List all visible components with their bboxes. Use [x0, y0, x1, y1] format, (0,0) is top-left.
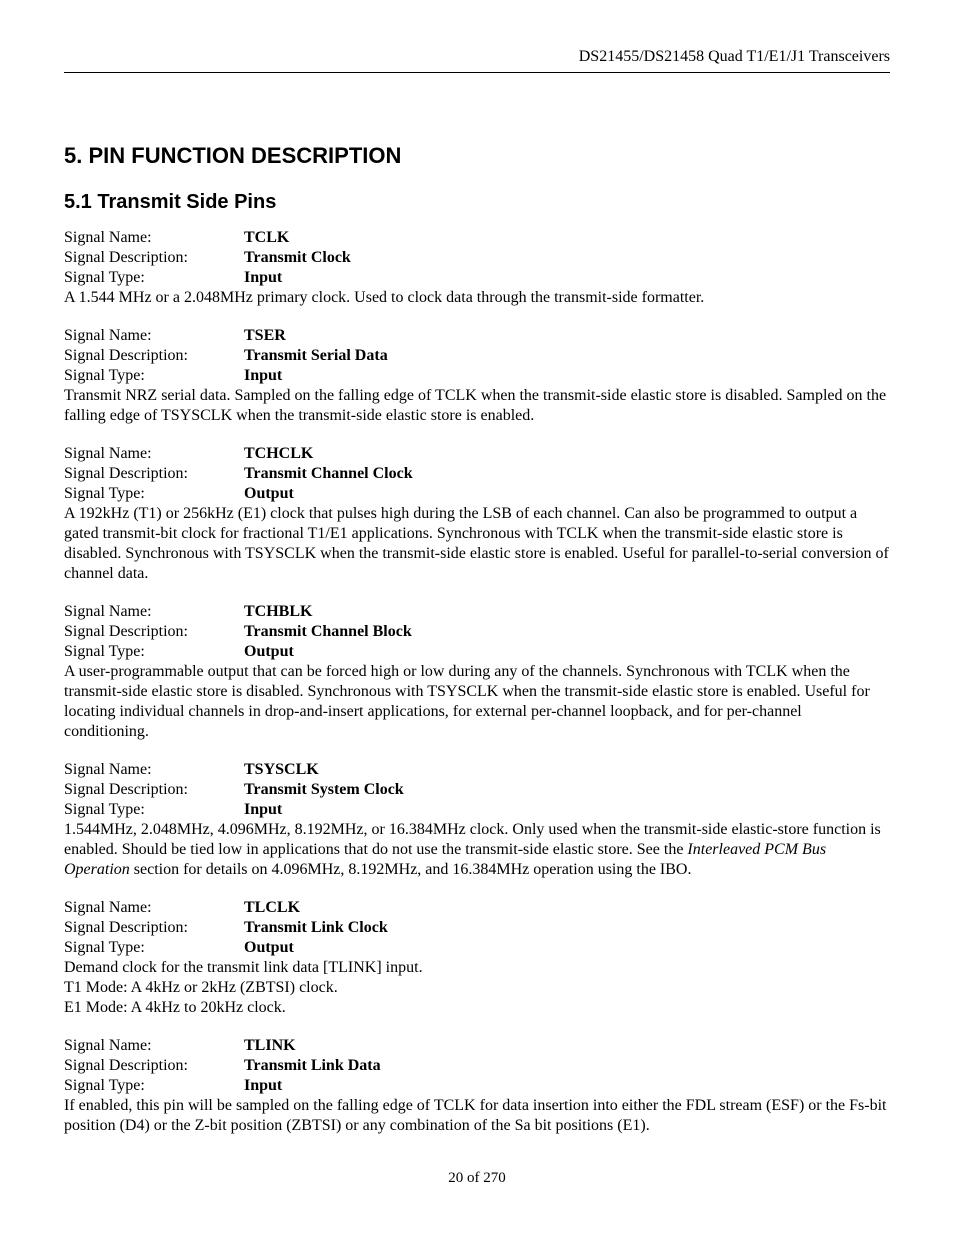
pin-row: Signal Type:Input: [64, 800, 890, 820]
pin-row-label: Signal Name:: [64, 326, 244, 346]
pin-row: Signal Type:Input: [64, 1076, 890, 1096]
pin-row: Signal Description:Transmit Clock: [64, 248, 890, 268]
signal-description-value: Transmit Channel Clock: [244, 464, 413, 484]
text-segment: E1 Mode: A 4kHz to 20kHz clock.: [64, 999, 286, 1016]
signal-type-value: Input: [244, 1076, 282, 1096]
pin-row-label: Signal Type:: [64, 800, 244, 820]
page-footer: 20 of 270: [0, 1170, 954, 1187]
text-segment: A 192kHz (T1) or 256kHz (E1) clock that …: [64, 505, 889, 582]
pin-description-text: A 192kHz (T1) or 256kHz (E1) clock that …: [64, 504, 890, 584]
pin-row-label: Signal Name:: [64, 602, 244, 622]
text-segment: section for details on 4.096MHz, 8.192MH…: [130, 861, 692, 878]
pin-row-label: Signal Description:: [64, 780, 244, 800]
pin-row: Signal Name:TLINK: [64, 1036, 890, 1056]
pin-row-label: Signal Type:: [64, 642, 244, 662]
pin-row-label: Signal Type:: [64, 366, 244, 386]
pin-block: Signal Name:TCLKSignal Description:Trans…: [64, 228, 890, 308]
pin-row-label: Signal Type:: [64, 484, 244, 504]
pin-row-label: Signal Name:: [64, 760, 244, 780]
signal-name-value: TLCLK: [244, 898, 300, 918]
pin-row-label: Signal Description:: [64, 248, 244, 268]
pin-block: Signal Name:TSYSCLKSignal Description:Tr…: [64, 760, 890, 880]
signal-type-value: Input: [244, 268, 282, 288]
pin-row: Signal Name:TCLK: [64, 228, 890, 248]
signal-name-value: TSYSCLK: [244, 760, 319, 780]
pin-row-label: Signal Type:: [64, 1076, 244, 1096]
text-segment: A user-programmable output that can be f…: [64, 663, 870, 740]
signal-description-value: Transmit Channel Block: [244, 622, 412, 642]
pin-row-label: Signal Type:: [64, 938, 244, 958]
pin-description-text: Transmit NRZ serial data. Sampled on the…: [64, 386, 890, 426]
pin-row-label: Signal Name:: [64, 1036, 244, 1056]
pin-row-label: Signal Description:: [64, 622, 244, 642]
pin-block: Signal Name:TLCLKSignal Description:Tran…: [64, 898, 890, 1018]
pin-row: Signal Name:TLCLK: [64, 898, 890, 918]
pin-row-label: Signal Description:: [64, 918, 244, 938]
header-rule: DS21455/DS21458 Quad T1/E1/J1 Transceive…: [64, 48, 890, 73]
section-number: 5.: [64, 143, 82, 168]
section-heading: 5. PIN FUNCTION DESCRIPTION: [64, 143, 890, 169]
pin-block: Signal Name:TCHCLKSignal Description:Tra…: [64, 444, 890, 584]
pin-description-text: Demand clock for the transmit link data …: [64, 958, 890, 1018]
pin-row: Signal Description:Transmit Serial Data: [64, 346, 890, 366]
pin-description-text: If enabled, this pin will be sampled on …: [64, 1096, 890, 1136]
pin-row: Signal Description:Transmit Link Data: [64, 1056, 890, 1076]
page-number: 20 of 270: [448, 1170, 506, 1186]
pin-row: Signal Type:Input: [64, 366, 890, 386]
signal-name-value: TCHCLK: [244, 444, 313, 464]
pin-row: Signal Type:Output: [64, 642, 890, 662]
pin-row-label: Signal Description:: [64, 1056, 244, 1076]
document-title: DS21455/DS21458 Quad T1/E1/J1 Transceive…: [579, 48, 890, 65]
pin-block: Signal Name:TSERSignal Description:Trans…: [64, 326, 890, 426]
pin-row: Signal Type:Input: [64, 268, 890, 288]
text-segment: Demand clock for the transmit link data …: [64, 959, 423, 976]
pin-row: Signal Name:TCHCLK: [64, 444, 890, 464]
text-segment: A 1.544 MHz or a 2.048MHz primary clock.…: [64, 289, 704, 306]
signal-type-value: Output: [244, 938, 294, 958]
pin-row: Signal Description:Transmit Link Clock: [64, 918, 890, 938]
signal-type-value: Output: [244, 484, 294, 504]
text-segment: If enabled, this pin will be sampled on …: [64, 1097, 887, 1134]
signal-type-value: Output: [244, 642, 294, 662]
subsection-heading: 5.1 Transmit Side Pins: [64, 191, 890, 214]
signal-name-value: TCLK: [244, 228, 289, 248]
text-segment: T1 Mode: A 4kHz or 2kHz (ZBTSI) clock.: [64, 979, 338, 996]
pin-row: Signal Name:TSYSCLK: [64, 760, 890, 780]
signal-type-value: Input: [244, 800, 282, 820]
signal-description-value: Transmit Link Data: [244, 1056, 381, 1076]
subsection-number: 5.1: [64, 191, 92, 213]
pin-description-text: A 1.544 MHz or a 2.048MHz primary clock.…: [64, 288, 890, 308]
signal-name-value: TSER: [244, 326, 286, 346]
subsection-title: Transmit Side Pins: [97, 191, 276, 213]
pin-row: Signal Type:Output: [64, 938, 890, 958]
pin-block: Signal Name:TLINKSignal Description:Tran…: [64, 1036, 890, 1136]
pin-row-label: Signal Description:: [64, 464, 244, 484]
pin-row-label: Signal Name:: [64, 444, 244, 464]
pin-row-label: Signal Type:: [64, 268, 244, 288]
pin-row: Signal Description:Transmit Channel Bloc…: [64, 622, 890, 642]
signal-name-value: TLINK: [244, 1036, 296, 1056]
pin-description-text: 1.544MHz, 2.048MHz, 4.096MHz, 8.192MHz, …: [64, 820, 890, 880]
text-segment: Transmit NRZ serial data. Sampled on the…: [64, 387, 886, 424]
pin-row: Signal Name:TSER: [64, 326, 890, 346]
pin-row: Signal Type:Output: [64, 484, 890, 504]
pin-block: Signal Name:TCHBLKSignal Description:Tra…: [64, 602, 890, 742]
signal-description-value: Transmit Clock: [244, 248, 351, 268]
pin-row: Signal Description:Transmit Channel Cloc…: [64, 464, 890, 484]
signal-type-value: Input: [244, 366, 282, 386]
pin-row: Signal Name:TCHBLK: [64, 602, 890, 622]
pin-row-label: Signal Description:: [64, 346, 244, 366]
signal-description-value: Transmit System Clock: [244, 780, 404, 800]
signal-description-value: Transmit Serial Data: [244, 346, 388, 366]
signal-description-value: Transmit Link Clock: [244, 918, 388, 938]
pin-row-label: Signal Name:: [64, 228, 244, 248]
pin-row-label: Signal Name:: [64, 898, 244, 918]
pin-description-text: A user-programmable output that can be f…: [64, 662, 890, 742]
section-title: PIN FUNCTION DESCRIPTION: [88, 143, 401, 168]
signal-name-value: TCHBLK: [244, 602, 312, 622]
pin-row: Signal Description:Transmit System Clock: [64, 780, 890, 800]
